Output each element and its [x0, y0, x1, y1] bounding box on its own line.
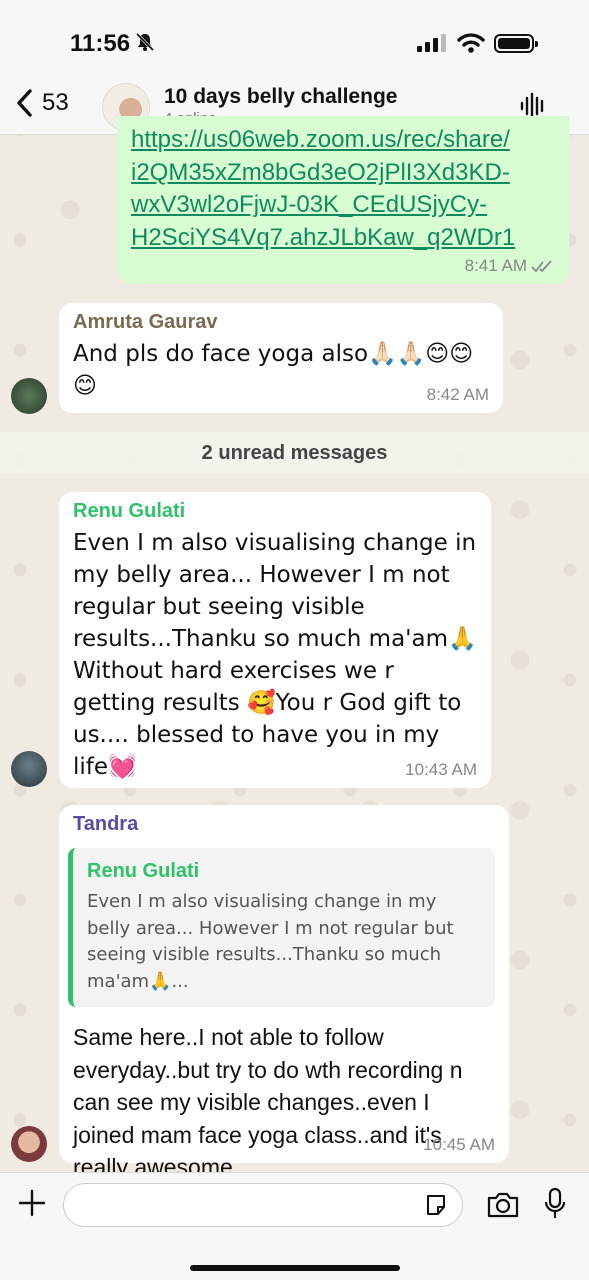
attach-plus-icon[interactable]: [17, 1188, 47, 1223]
unread-divider: 2 unread messages: [0, 432, 589, 474]
status-bar: 11:56: [0, 0, 589, 80]
incoming-message[interactable]: Amruta Gaurav And pls do face yoga also🙏…: [59, 303, 503, 413]
message-link[interactable]: https://us06web.zoom.us/rec/share/ i2QM3…: [131, 124, 555, 254]
chevron-left-icon: [17, 89, 32, 117]
message-time: 8:42 AM: [426, 385, 489, 404]
microphone-icon[interactable]: [543, 1187, 567, 1226]
signal-icon: [417, 34, 446, 52]
avatar[interactable]: [11, 751, 47, 787]
group-name[interactable]: 10 days belly challenge: [164, 85, 397, 109]
battery-icon: [494, 34, 538, 53]
double-check-icon: [531, 260, 552, 273]
message-time: 10:43 AM: [405, 760, 477, 779]
avatar[interactable]: [11, 1126, 47, 1162]
home-indicator: [190, 1265, 400, 1271]
message-time: 10:45 AM: [423, 1135, 495, 1154]
back-button[interactable]: 53: [14, 88, 69, 118]
input-bar: [0, 1172, 589, 1280]
quoted-text: Even I m also visualising change in my b…: [87, 891, 454, 992]
message-text: Same here..I not able to follow everyday…: [73, 1024, 463, 1180]
message-input[interactable]: [63, 1183, 463, 1227]
camera-icon[interactable]: [486, 1191, 520, 1224]
unread-count: 53: [42, 89, 69, 116]
sender-name: Tandra: [73, 813, 139, 835]
message-time: 8:41 AM: [465, 256, 555, 276]
quoted-sender: Renu Gulati: [87, 860, 200, 882]
incoming-message[interactable]: Tandra Renu Gulati Even I m also visuali…: [59, 805, 509, 1180]
avatar[interactable]: [11, 378, 47, 414]
quoted-message[interactable]: Renu Gulati Even I m also visualising ch…: [68, 848, 495, 1007]
incoming-message[interactable]: Renu Gulati Even I m also visualising ch…: [59, 492, 491, 788]
wifi-icon: [457, 32, 485, 59]
status-time: 11:56: [70, 30, 131, 57]
sticker-icon[interactable]: [424, 1193, 448, 1222]
outgoing-message[interactable]: https://us06web.zoom.us/rec/share/ i2QM3…: [117, 116, 569, 284]
sender-name: Amruta Gaurav: [73, 311, 218, 333]
message-text: Even I m also visualising change in my b…: [73, 530, 477, 780]
mute-bell-icon: [135, 32, 155, 57]
sender-name: Renu Gulati: [73, 500, 186, 522]
